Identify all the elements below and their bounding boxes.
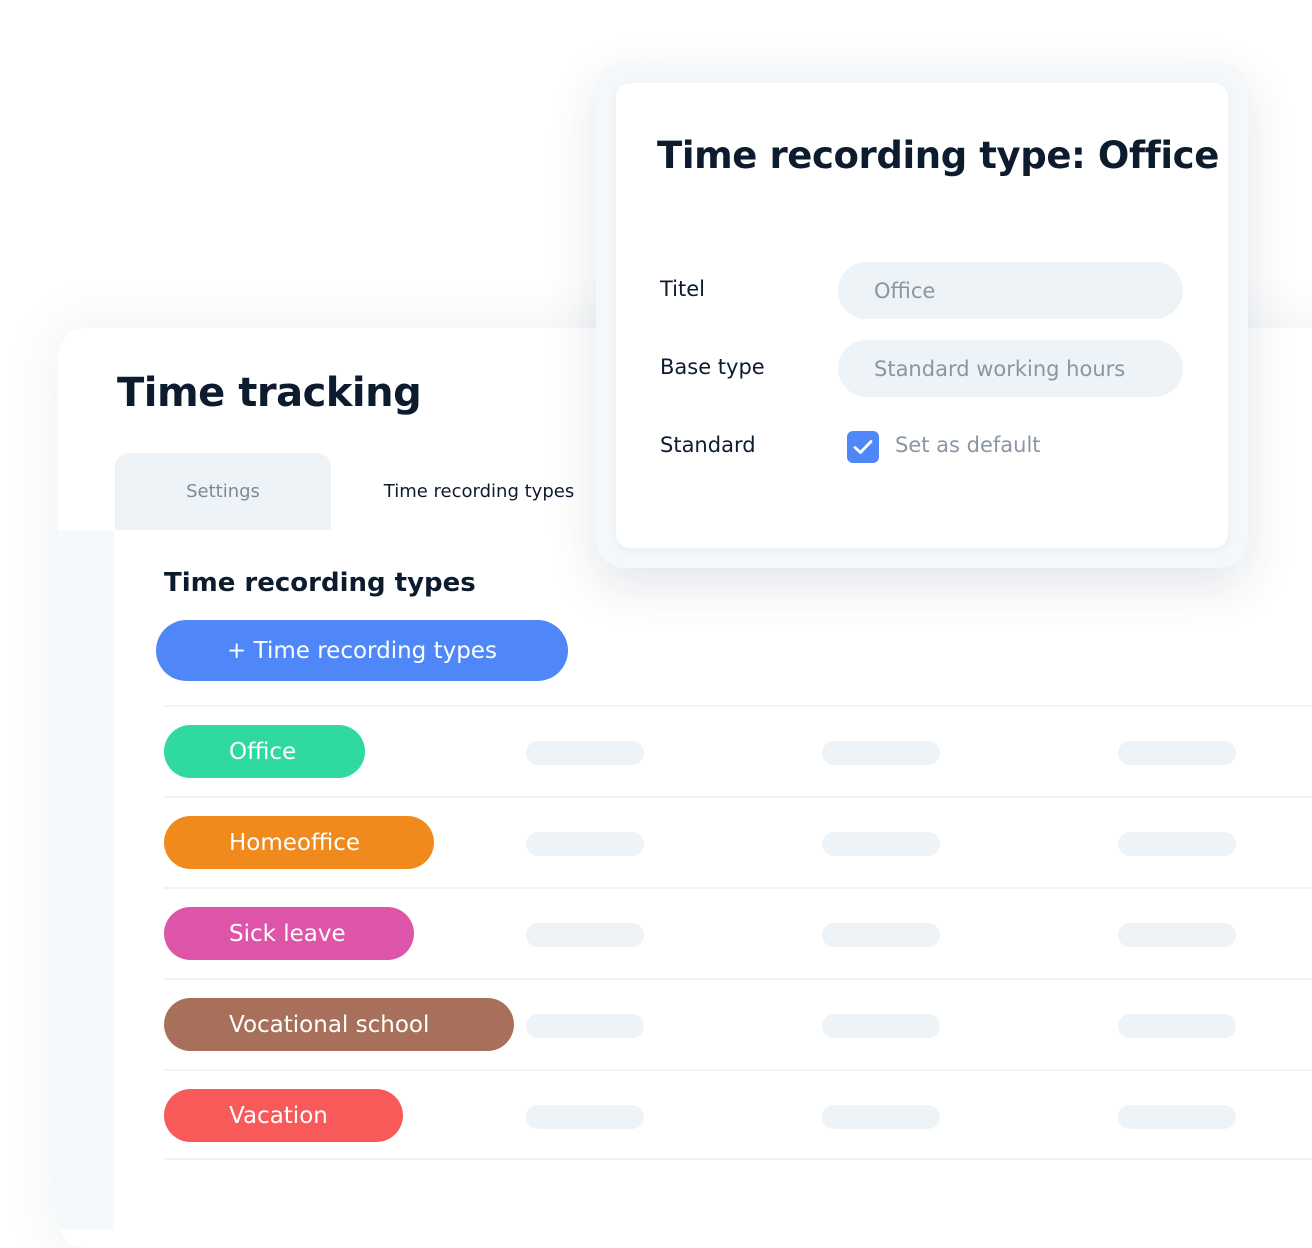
placeholder-bar (526, 1105, 644, 1129)
base-type-field[interactable] (838, 340, 1183, 397)
checkmark-icon (853, 440, 873, 454)
card-left-strip (58, 530, 114, 1230)
standard-label: Standard (660, 433, 756, 457)
type-pill-office[interactable]: Office (164, 725, 365, 778)
section-title: Time recording types (164, 568, 476, 598)
set-as-default-label: Set as default (895, 433, 1041, 457)
list-item: Sick leave (164, 887, 1312, 978)
placeholder-bar (1118, 1105, 1236, 1129)
placeholder-bar (1118, 832, 1236, 856)
placeholder-bar (822, 1014, 940, 1038)
placeholder-bar (526, 832, 644, 856)
tab-time-recording-types[interactable]: Time recording types (334, 453, 624, 530)
placeholder-bar (526, 741, 644, 765)
placeholder-bar (822, 923, 940, 947)
titel-field[interactable] (838, 262, 1183, 319)
set-as-default-checkbox[interactable] (847, 431, 879, 463)
base-type-label: Base type (660, 355, 765, 379)
page-title: Time tracking (117, 370, 422, 416)
titel-label: Titel (660, 277, 706, 301)
time-recording-type-list: Office Homeoffice Sick leave Vocational … (164, 705, 1312, 1160)
list-item: Vacation (164, 1069, 1312, 1160)
list-item: Vocational school (164, 978, 1312, 1069)
tab-settings[interactable]: Settings (115, 453, 331, 530)
placeholder-bar (1118, 741, 1236, 765)
placeholder-bar (1118, 923, 1236, 947)
placeholder-bar (1118, 1014, 1236, 1038)
placeholder-bar (526, 923, 644, 947)
type-pill-homeoffice[interactable]: Homeoffice (164, 816, 434, 869)
list-item: Office (164, 705, 1312, 796)
placeholder-bar (822, 1105, 940, 1129)
type-pill-vocational-school[interactable]: Vocational school (164, 998, 514, 1051)
list-item: Homeoffice (164, 796, 1312, 887)
placeholder-bar (822, 832, 940, 856)
type-pill-vacation[interactable]: Vacation (164, 1089, 403, 1142)
placeholder-bar (526, 1014, 644, 1038)
type-pill-sick-leave[interactable]: Sick leave (164, 907, 414, 960)
placeholder-bar (822, 741, 940, 765)
dialog-title: Time recording type: Office (657, 134, 1219, 177)
add-time-recording-type-button[interactable]: + Time recording types (156, 620, 568, 681)
